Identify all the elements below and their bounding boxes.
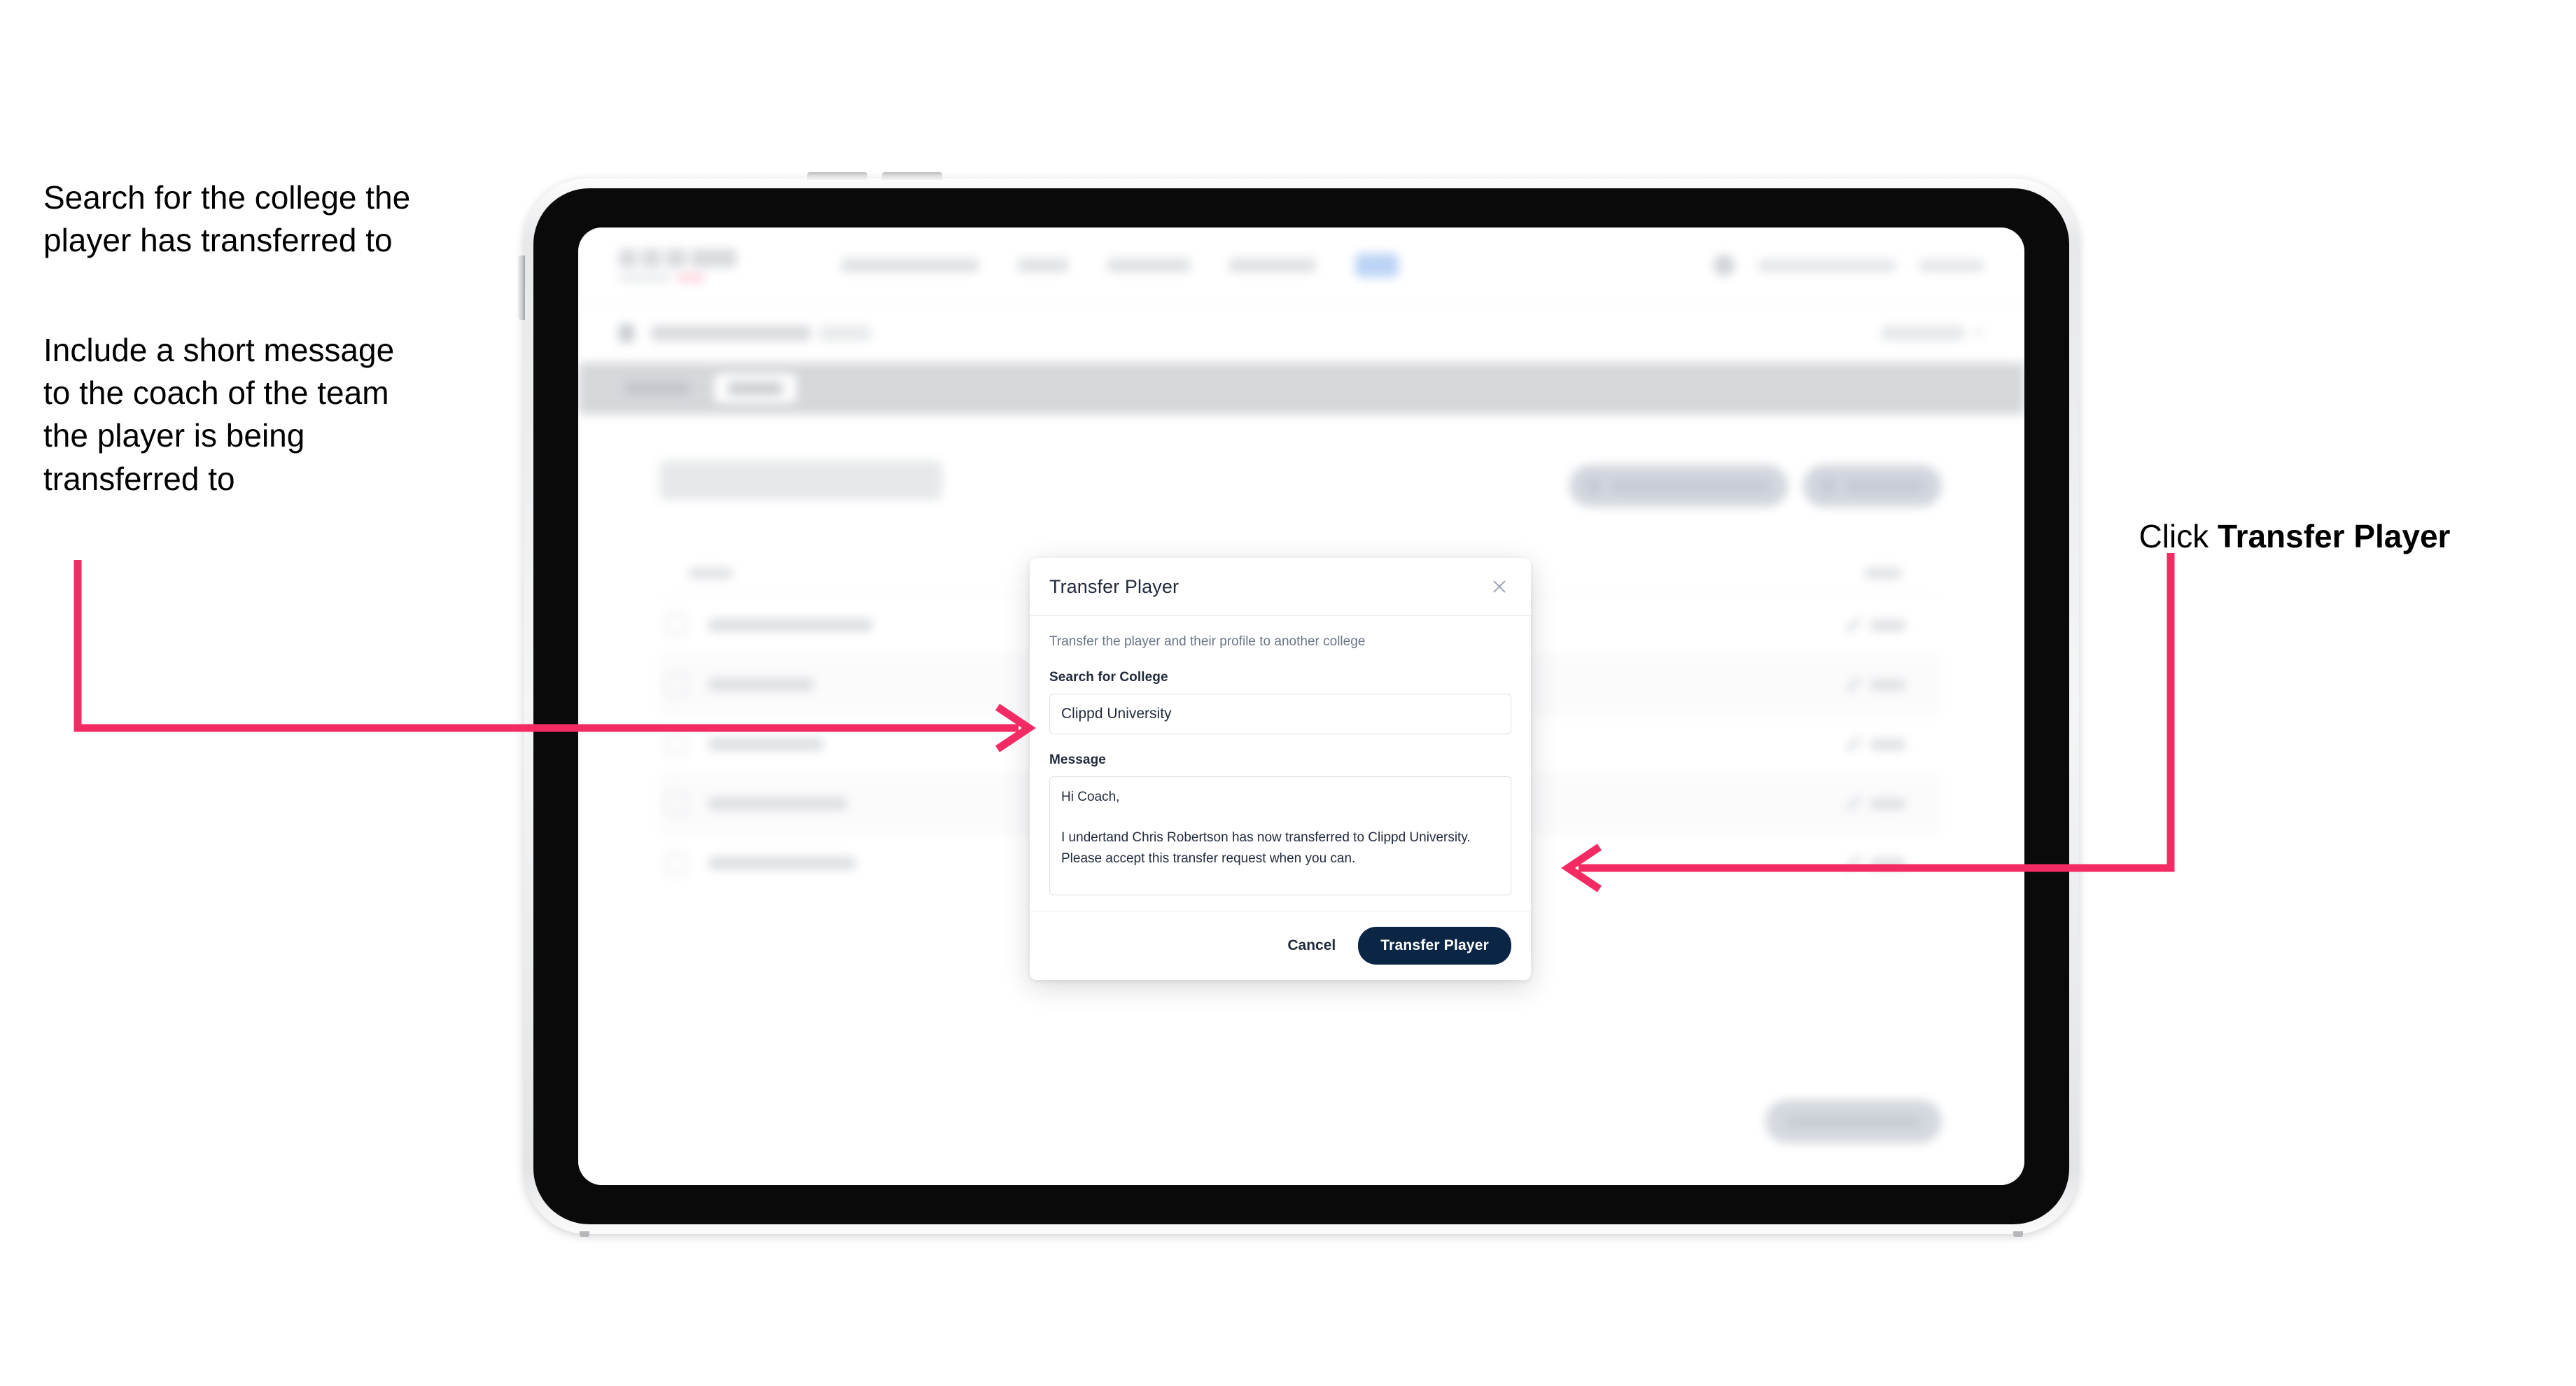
pencil-icon	[1847, 678, 1861, 692]
row-edit-label	[1870, 679, 1905, 690]
dialog-title: Transfer Player	[1049, 575, 1180, 597]
row-edit-label	[1870, 738, 1905, 750]
volume-down-button[interactable]	[882, 172, 942, 180]
request-player-transfer-button[interactable]	[1569, 465, 1788, 507]
logo-wordmark	[619, 248, 736, 267]
annotation-include-message: Include a short message to the coach of …	[43, 332, 395, 497]
sign-out-link[interactable]	[1919, 259, 1984, 272]
plus-icon	[1821, 479, 1834, 493]
save-roster-updates-button[interactable]	[1765, 1100, 1942, 1143]
transfer-player-button[interactable]: Transfer Player	[1358, 926, 1511, 965]
cancel-button[interactable]: Cancel	[1283, 937, 1340, 955]
row-edit-action[interactable]	[1847, 737, 1905, 751]
logo-sub-text	[619, 273, 671, 282]
annotation-click-transfer: Click Transfer Player	[2121, 472, 2555, 558]
tab-roster[interactable]	[714, 374, 797, 403]
row-edit-action[interactable]	[1847, 678, 1905, 692]
dialog-footer: Cancel Transfer Player	[1030, 910, 1531, 980]
request-transfer-label	[1611, 480, 1770, 491]
nav-right-cluster	[1714, 255, 1984, 276]
nav-item-tournaments[interactable]	[841, 258, 979, 272]
row-edit-action[interactable]	[1847, 797, 1905, 811]
row-player-name	[708, 619, 872, 631]
row-checkbox[interactable]	[665, 733, 687, 755]
college-field-label: Search for College	[1049, 669, 1168, 685]
tablet-bezel: Transfer Player Transfer the player and …	[533, 188, 2069, 1224]
row-player-name	[708, 738, 823, 750]
dialog-header: Transfer Player	[1030, 558, 1531, 616]
row-edit-label	[1870, 858, 1905, 869]
add-player-label	[1845, 480, 1924, 491]
transfer-icon	[1588, 479, 1600, 493]
row-edit-action[interactable]	[1847, 618, 1905, 632]
row-checkbox[interactable]	[665, 673, 687, 696]
top-navigation-bar	[578, 227, 2024, 304]
row-player-name	[708, 857, 855, 869]
scoreboard-logo[interactable]	[619, 248, 736, 282]
dialog-body: Transfer the player and their profile to…	[1030, 616, 1531, 911]
row-checkbox[interactable]	[665, 852, 687, 874]
save-roster-label	[1786, 1116, 1921, 1127]
bottom-port-right	[2013, 1231, 2023, 1237]
breadcrumb-actions	[1882, 326, 1984, 340]
row-checkbox[interactable]	[665, 792, 687, 815]
tab-overview-label	[625, 382, 690, 395]
message-field-label: Message	[1049, 752, 1106, 767]
row-player-name	[708, 678, 813, 691]
tablet-screen: Transfer Player Transfer the player and …	[578, 227, 2024, 1185]
page-title	[659, 461, 942, 500]
pencil-icon	[1847, 737, 1861, 751]
tab-roster-label	[728, 382, 783, 395]
bottom-port-left	[580, 1231, 589, 1237]
breadcrumb-cancel-button[interactable]	[1882, 326, 1964, 340]
pencil-icon	[1847, 797, 1861, 811]
transfer-player-dialog: Transfer Player Transfer the player and …	[1030, 558, 1531, 980]
annotation-click-prefix: Click	[2138, 518, 2218, 555]
row-edit-label	[1870, 798, 1905, 809]
chevron-down-icon[interactable]	[1974, 330, 1984, 337]
annotation-search-college: Search for the college the player has tr…	[43, 179, 411, 259]
search-college-input[interactable]: Clippd University	[1049, 693, 1511, 734]
add-player-button[interactable]	[1803, 465, 1942, 507]
volume-up-button[interactable]	[807, 172, 867, 180]
breadcrumb-suffix	[819, 326, 871, 341]
power-button[interactable]	[518, 255, 525, 320]
dialog-description: Transfer the player and their profile to…	[1049, 634, 1366, 649]
breadcrumb-icon	[619, 324, 634, 342]
header-actions	[1569, 465, 1942, 507]
nav-item-analytics[interactable]	[1229, 258, 1316, 272]
avatar[interactable]	[1714, 255, 1735, 276]
nav-item-team[interactable]	[1018, 258, 1068, 272]
row-edit-action[interactable]	[1847, 856, 1905, 870]
logo-subtitle	[619, 273, 736, 282]
pencil-icon	[1847, 618, 1861, 632]
tablet-device: Transfer Player Transfer the player and …	[518, 172, 2079, 1237]
row-edit-label	[1870, 620, 1905, 631]
logo-sub-accent	[678, 273, 704, 282]
nav-item-roster[interactable]	[1355, 253, 1399, 277]
row-checkbox[interactable]	[665, 614, 687, 636]
row-player-name	[708, 797, 847, 810]
breadcrumb-title	[651, 326, 811, 341]
tab-overview[interactable]	[616, 374, 699, 403]
nav-links	[841, 253, 1399, 277]
message-textarea[interactable]: Hi Coach, I undertand Chris Robertson ha…	[1049, 776, 1511, 895]
pencil-icon	[1847, 856, 1861, 870]
user-email	[1758, 259, 1896, 272]
annotation-click-bold: Transfer Player	[2218, 518, 2451, 555]
breadcrumb-bar	[578, 304, 2024, 363]
close-icon[interactable]	[1488, 575, 1511, 598]
nav-item-schedule[interactable]	[1107, 258, 1190, 272]
column-header-name	[689, 568, 732, 579]
tab-strip	[578, 363, 2024, 414]
column-header-edit	[1865, 568, 1901, 579]
